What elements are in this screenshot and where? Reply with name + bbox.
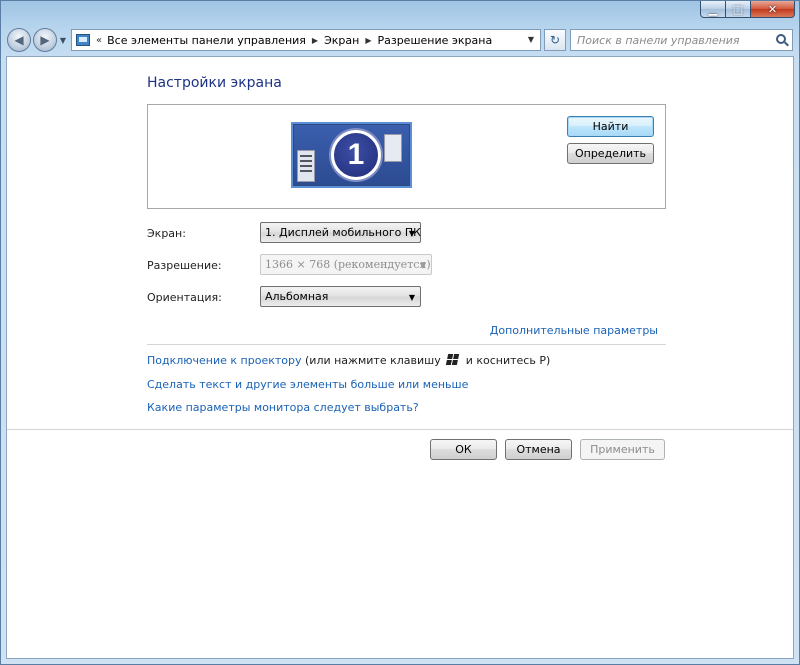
resolution-label: Разрешение: [147, 259, 222, 272]
projector-row: Подключение к проектору (или нажмите кла… [147, 354, 550, 367]
control-panel-icon [76, 34, 90, 46]
back-arrow-icon: ◀ [14, 33, 24, 47]
forward-button[interactable]: ▶ [33, 28, 57, 52]
text-size-link[interactable]: Сделать текст и другие элементы больше и… [147, 378, 468, 391]
caption-buttons: ▁ □ ✕ [700, 1, 795, 18]
search-input[interactable]: Поиск в панели управления [570, 29, 793, 51]
resolution-select-value: 1366 × 768 (рекомендуется) [265, 258, 431, 271]
forward-arrow-icon: ▶ [40, 33, 50, 47]
cancel-button[interactable]: Отмена [505, 439, 572, 460]
orientation-select-value: Альбомная [265, 290, 329, 303]
back-button[interactable]: ◀ [7, 28, 31, 52]
display-label: Экран: [147, 227, 186, 240]
desktop-preview-window [384, 134, 402, 162]
maximize-button[interactable]: □ [726, 1, 751, 18]
breadcrumb-resolution[interactable]: Разрешение экрана [377, 34, 492, 47]
resolution-select: 1366 × 768 (рекомендуется) ▼ [260, 254, 432, 275]
control-panel-window: ▁ □ ✕ ◀ ▶ ▼ « Все элементы панели управл… [0, 0, 800, 665]
breadcrumb-chevron-icon[interactable]: ▶ [365, 36, 371, 45]
refresh-button[interactable]: ↻ [544, 29, 566, 51]
close-icon: ✕ [767, 2, 778, 16]
breadcrumb-display[interactable]: Экран [324, 34, 359, 47]
monitor-help-link[interactable]: Какие параметры монитора следует выбрать… [147, 401, 419, 414]
search-placeholder: Поиск в панели управления [577, 33, 740, 47]
display-select[interactable]: 1. Дисплей мобильного ПК ▼ [260, 222, 421, 243]
advanced-settings-link[interactable]: Дополнительные параметры [490, 324, 658, 337]
footer-divider [7, 429, 793, 430]
search-icon[interactable] [776, 34, 786, 44]
navigation-bar: ◀ ▶ ▼ « Все элементы панели управления ▶… [7, 27, 793, 53]
apply-button: Применить [580, 439, 665, 460]
refresh-icon: ↻ [549, 33, 561, 47]
address-bar[interactable]: « Все элементы панели управления ▶ Экран… [71, 29, 541, 51]
chevron-down-icon: ▼ [408, 293, 415, 302]
orientation-select[interactable]: Альбомная ▼ [260, 286, 421, 307]
minimize-button[interactable]: ▁ [700, 1, 726, 18]
desktop-preview-window [297, 150, 315, 182]
projector-hint-before: (или нажмите клавишу [305, 354, 441, 367]
windows-key-icon [446, 354, 461, 365]
address-dropdown-icon[interactable]: ▼ [528, 35, 534, 44]
breadcrumb-all-items[interactable]: Все элементы панели управления [107, 34, 306, 47]
breadcrumb-chevron-icon[interactable]: ▶ [312, 36, 318, 45]
page-title: Настройки экрана [147, 75, 282, 91]
ok-button[interactable]: ОК [430, 439, 497, 460]
monitor-1-tile[interactable]: 1 [291, 122, 412, 188]
chevron-down-icon: ▼ [408, 229, 415, 238]
display-select-value: 1. Дисплей мобильного ПК [265, 226, 421, 239]
divider [147, 344, 666, 345]
monitor-preview-area: 1 Найти Определить [147, 104, 666, 209]
recent-pages-dropdown[interactable]: ▼ [58, 36, 68, 45]
projector-hint-after: и коснитесь Р) [465, 354, 551, 367]
find-button[interactable]: Найти [567, 116, 654, 137]
breadcrumb-overflow[interactable]: « [96, 35, 102, 46]
monitor-number-badge: 1 [331, 130, 381, 180]
identify-button[interactable]: Определить [567, 143, 654, 164]
minimize-icon: ▁ [708, 2, 718, 16]
maximize-icon: □ [732, 2, 744, 16]
close-button[interactable]: ✕ [751, 1, 795, 18]
orientation-label: Ориентация: [147, 291, 222, 304]
content-pane: Настройки экрана 1 Найти Определить Экра… [6, 56, 794, 659]
projector-link[interactable]: Подключение к проектору [147, 354, 302, 367]
chevron-down-icon: ▼ [419, 261, 426, 270]
